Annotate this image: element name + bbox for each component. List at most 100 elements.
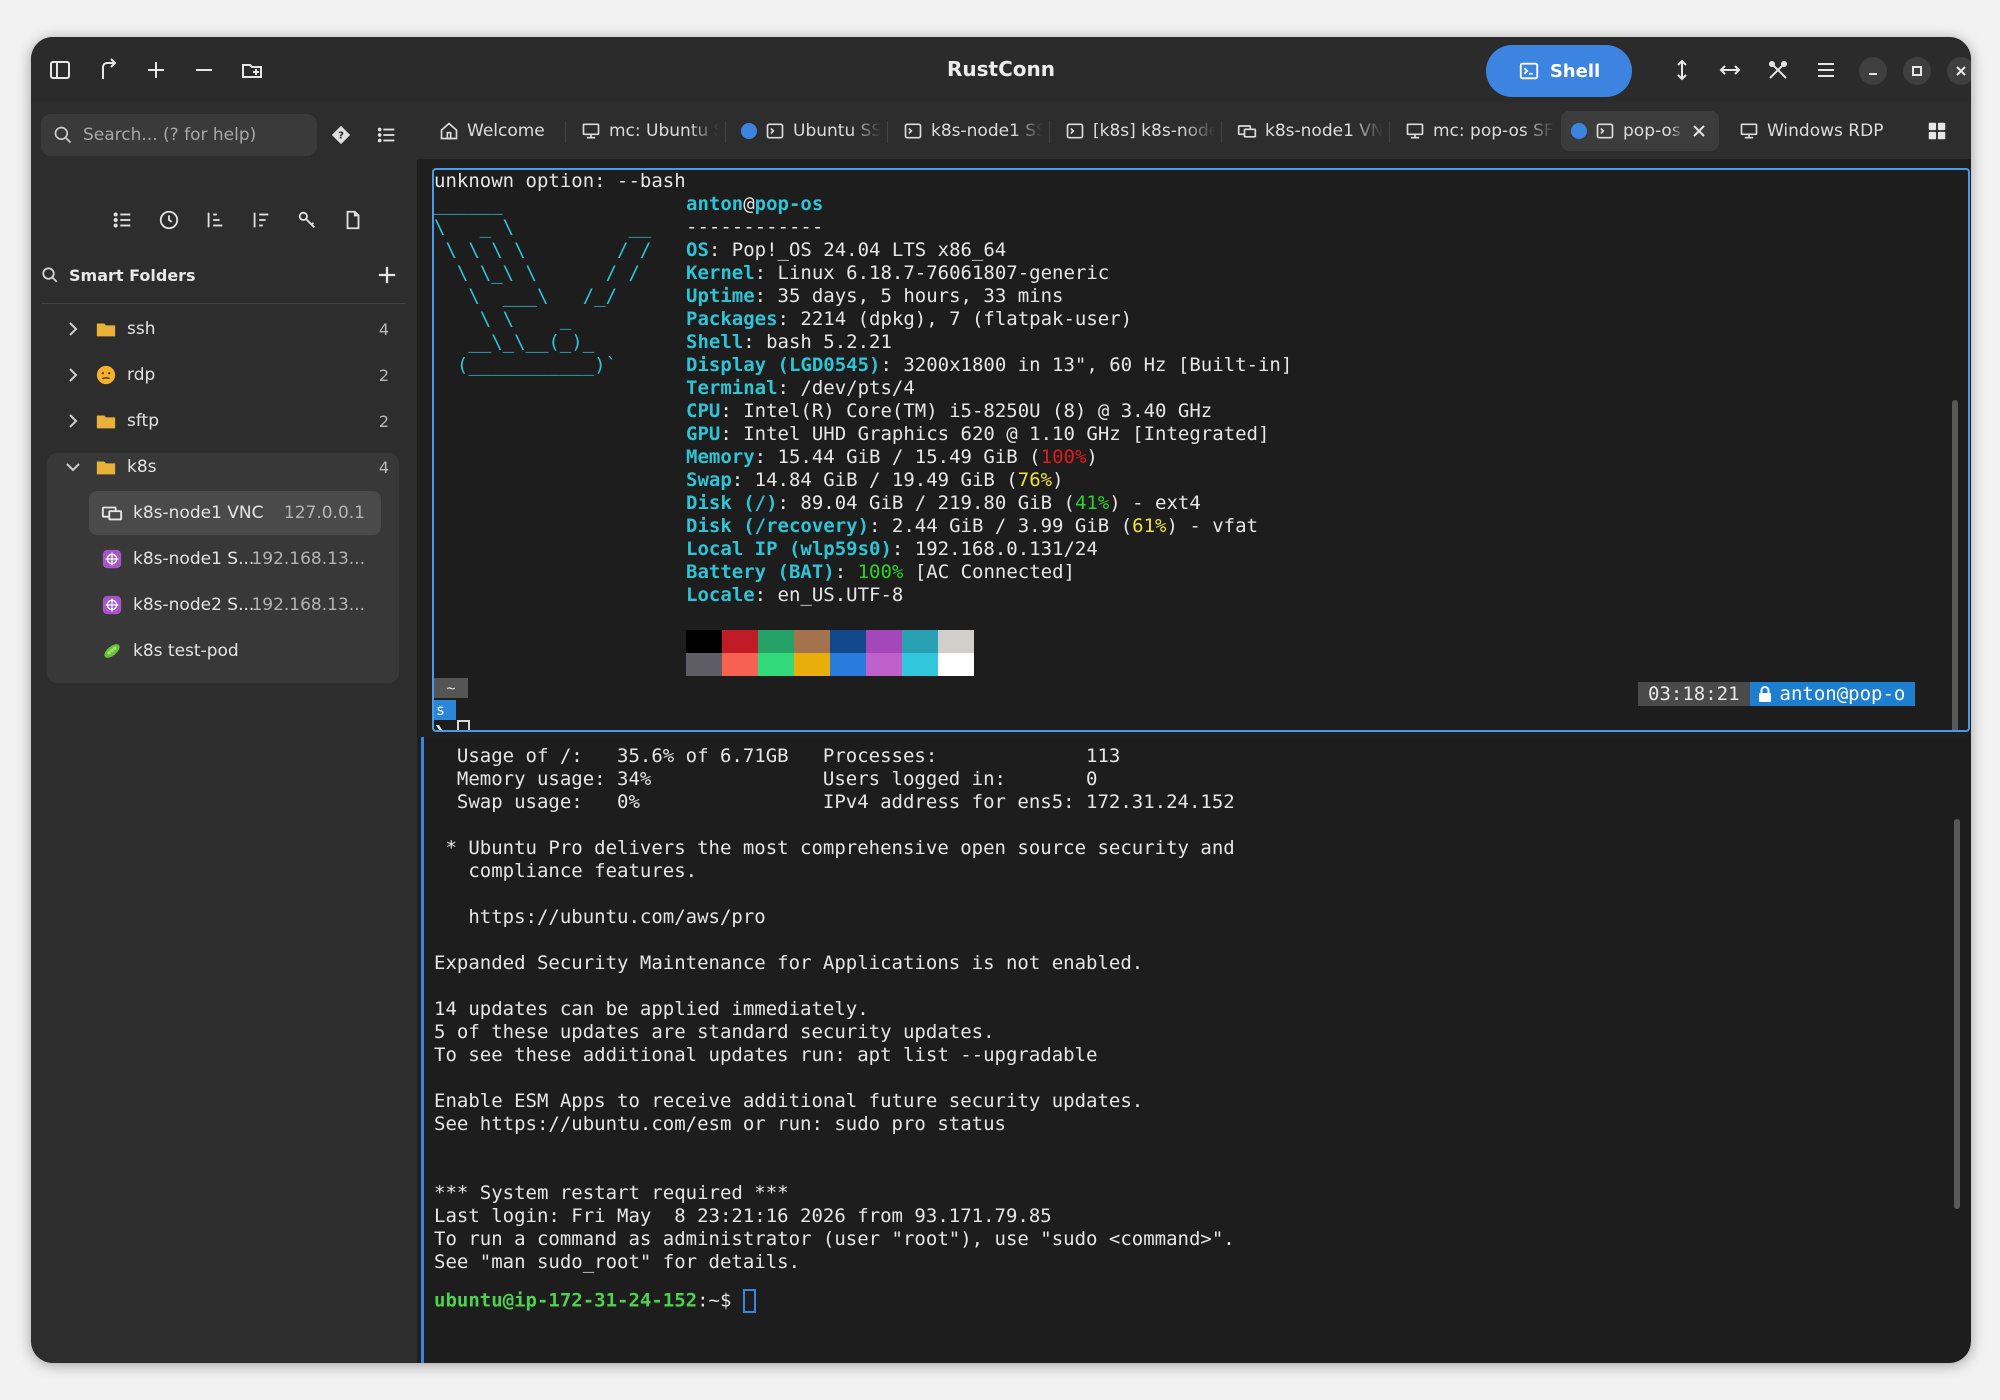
ascii-logo-line: ______ xyxy=(434,193,503,215)
terminal-icon xyxy=(766,123,784,139)
group-sftp[interactable]: sftp 2 xyxy=(45,399,405,443)
neofetch-info-terminal: Terminal: /dev/pts/4 xyxy=(686,377,915,399)
search-icon xyxy=(54,126,72,144)
terminal-ubuntu[interactable]: Usage of /: 35.6% of 6.71GB Processes: 1… xyxy=(421,737,1970,1363)
tab-k8s-node1-vnc[interactable]: k8s-node1 VN xyxy=(1227,111,1383,151)
terminal-icon xyxy=(1519,62,1538,80)
connection-k8s-node2-ssh[interactable]: k8s-node2 S... 192.168.13... xyxy=(89,583,381,627)
tab-label: k8s-node1 VN xyxy=(1265,121,1383,141)
prompt-tilde: ~ xyxy=(434,678,468,698)
recent-clock-icon[interactable] xyxy=(154,205,184,235)
tab-separator xyxy=(1221,121,1222,143)
lock-icon xyxy=(1758,686,1771,702)
vnc-icon xyxy=(1237,125,1257,138)
toggle-sidebar-icon[interactable] xyxy=(41,51,79,89)
group-rdp[interactable]: rdp 2 xyxy=(45,353,405,397)
chevron-right-icon[interactable] xyxy=(63,365,83,385)
tab-welcome[interactable]: Welcome xyxy=(429,111,557,151)
terminal-output-line: 5 of these updates are standard security… xyxy=(434,1021,995,1043)
filter-tag-icon[interactable]: ? xyxy=(326,120,356,150)
close-window-icon[interactable] xyxy=(1947,57,1971,85)
terminal-icon xyxy=(1596,123,1614,139)
chevron-right-icon[interactable] xyxy=(63,319,83,339)
palette-swatch xyxy=(758,653,794,676)
close-tab-icon[interactable] xyxy=(1691,123,1707,139)
main-menu-icon[interactable] xyxy=(1807,51,1845,89)
tab-pop-os[interactable]: pop-os xyxy=(1561,111,1719,151)
tab-mc-ubuntu-sftp[interactable]: mc: Ubuntu SF xyxy=(571,111,719,151)
terminal-output-line: *** System restart required *** xyxy=(434,1182,789,1204)
neofetch-info-battery: Battery (BAT): 100% [AC Connected] xyxy=(686,561,1075,583)
tools-icon[interactable] xyxy=(1759,51,1797,89)
tab-label: [k8s] k8s-node xyxy=(1093,121,1215,141)
prompt-right-segment: 03:18:21 anton@pop-o xyxy=(1638,682,1916,706)
connection-k8s-node1-ssh[interactable]: k8s-node1 S... 192.168.13... xyxy=(89,537,381,581)
connection-address: 192.168.13... xyxy=(251,595,365,615)
palette-swatch xyxy=(722,653,758,676)
connection-label: k8s-node1 S... xyxy=(133,549,255,569)
neofetch-user-host: anton@pop-os xyxy=(686,193,824,215)
group-label: ssh xyxy=(127,319,156,339)
emoji-face-icon xyxy=(96,365,116,385)
tab-separator xyxy=(887,121,888,143)
maximize-icon[interactable] xyxy=(1903,57,1931,85)
group-k8s[interactable]: k8s 4 xyxy=(45,445,405,489)
tab-k8s-k8s-node[interactable]: [k8s] k8s-node xyxy=(1055,111,1215,151)
shell-button[interactable]: Shell xyxy=(1486,45,1632,97)
search-input[interactable]: Search... (? for help) xyxy=(41,114,317,156)
tab-label: Ubuntu SS xyxy=(793,121,881,141)
tab-label: pop-os xyxy=(1623,121,1681,141)
connection-k8s-node1-vnc[interactable]: k8s-node1 VNC 127.0.0.1 xyxy=(89,491,381,535)
chevron-right-icon[interactable] xyxy=(63,411,83,431)
tab-separator xyxy=(725,121,726,143)
neofetch-info-locale: Locale: en_US.UTF-8 xyxy=(686,584,904,606)
neofetch-info-memory: Memory: 15.44 GiB / 15.49 GiB (100%) xyxy=(686,446,1098,468)
smart-folders-header[interactable]: Smart Folders xyxy=(41,255,405,295)
remove-icon[interactable] xyxy=(185,51,223,89)
group-ssh[interactable]: ssh 4 xyxy=(45,307,405,351)
split-vertical-icon[interactable] xyxy=(1663,51,1701,89)
add-icon[interactable] xyxy=(137,51,175,89)
tab-ubuntu-ssh[interactable]: Ubuntu SS xyxy=(731,111,881,151)
add-smart-folder-icon[interactable] xyxy=(373,261,401,289)
palette-swatch xyxy=(938,653,974,676)
tab-overview-icon[interactable] xyxy=(1922,116,1952,146)
tab-label: Welcome xyxy=(467,121,545,141)
tab-windows-rdp[interactable]: Windows RDP xyxy=(1729,111,1889,151)
prompt-user-segment: anton@pop-o xyxy=(1749,682,1916,706)
tab-label: Windows RDP xyxy=(1767,121,1884,141)
terminal-output-line: Last login: Fri May 8 23:21:16 2026 from… xyxy=(434,1205,1052,1227)
key-icon[interactable] xyxy=(292,205,322,235)
neofetch-info-packages: Packages: 2214 (dpkg), 7 (flatpak-user) xyxy=(686,308,1133,330)
list-view-icon[interactable] xyxy=(372,120,402,150)
palette-swatch xyxy=(866,630,902,653)
kubernetes-icon xyxy=(102,549,122,569)
quick-connect-icon[interactable] xyxy=(89,51,127,89)
minimize-icon[interactable] xyxy=(1859,57,1887,85)
sort-descending-icon[interactable] xyxy=(246,205,276,235)
sort-ascending-icon[interactable] xyxy=(200,205,230,235)
palette-swatch xyxy=(686,630,722,653)
connection-address: 127.0.0.1 xyxy=(283,503,365,523)
document-icon[interactable] xyxy=(338,205,368,235)
sftp-icon xyxy=(582,123,600,139)
smart-folders-label: Smart Folders xyxy=(69,265,196,285)
vnc-icon xyxy=(101,506,123,521)
terminal-scrollbar[interactable] xyxy=(1952,400,1958,730)
tab-k8s-node1-ssh[interactable]: k8s-node1 SSH xyxy=(893,111,1043,151)
group-count: 4 xyxy=(378,457,389,477)
terminal-scrollbar[interactable] xyxy=(1954,819,1960,1209)
neofetch-separator: ------------ xyxy=(686,216,824,238)
sidebar: Search... (? for help) ? Smart Folders s… xyxy=(31,103,417,1363)
terminal-output-line: compliance features. xyxy=(434,860,698,882)
new-group-icon[interactable] xyxy=(233,51,271,89)
split-horizontal-icon[interactable] xyxy=(1711,51,1749,89)
ascii-logo-line: \ \_\ \ / / xyxy=(434,262,640,284)
tab-mc-pop-os-sftp[interactable]: mc: pop-os SF xyxy=(1395,111,1555,151)
connection-k8s-test-pod[interactable]: k8s test-pod xyxy=(89,629,381,673)
terminal-error-line: unknown option: --bash xyxy=(434,170,686,192)
chevron-down-icon[interactable] xyxy=(63,457,83,477)
group-count: 4 xyxy=(378,319,389,339)
bullet-list-icon[interactable] xyxy=(108,205,138,235)
terminal-pop-os[interactable]: unknown option: --bash ______ \ _ \ __ \… xyxy=(432,168,1970,732)
